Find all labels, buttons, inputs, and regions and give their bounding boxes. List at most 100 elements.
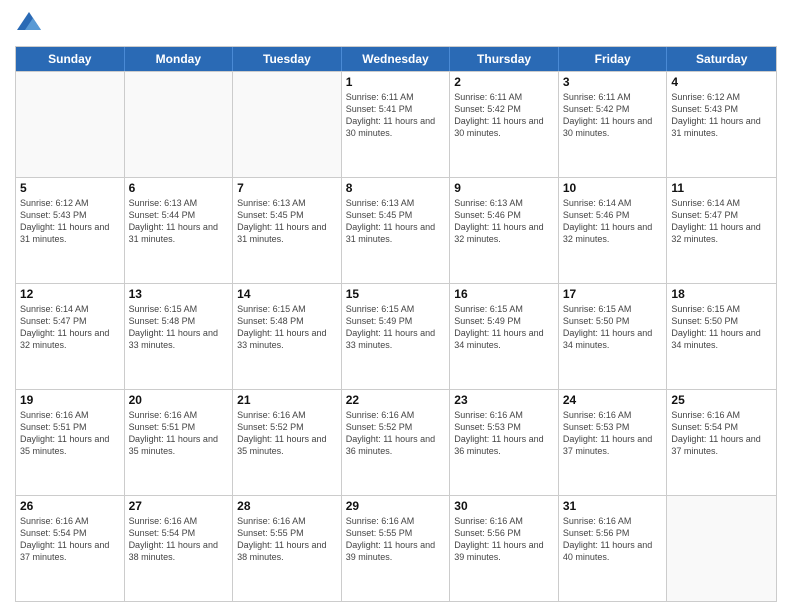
cell-info: Sunrise: 6:13 AM Sunset: 5:46 PM Dayligh… — [454, 197, 554, 246]
day-cell-1: 1 Sunrise: 6:11 AM Sunset: 5:41 PM Daylig… — [342, 72, 451, 177]
cell-info: Sunrise: 6:13 AM Sunset: 5:45 PM Dayligh… — [237, 197, 337, 246]
day-cell-15: 15Sunrise: 6:15 AM Sunset: 5:49 PM Dayli… — [342, 284, 451, 389]
calendar-week-1: 1 Sunrise: 6:11 AM Sunset: 5:41 PM Daylig… — [16, 71, 776, 177]
weekday-header-tuesday: Tuesday — [233, 47, 342, 71]
cell-info: Sunrise: 6:16 AM Sunset: 5:56 PM Dayligh… — [563, 515, 663, 564]
day-cell-16: 16Sunrise: 6:15 AM Sunset: 5:49 PM Dayli… — [450, 284, 559, 389]
weekday-header-monday: Monday — [125, 47, 234, 71]
cell-info: Sunrise: 6:16 AM Sunset: 5:52 PM Dayligh… — [237, 409, 337, 458]
cell-info: Sunrise: 6:13 AM Sunset: 5:45 PM Dayligh… — [346, 197, 446, 246]
weekday-header-sunday: Sunday — [16, 47, 125, 71]
day-cell-22: 22 Sunrise: 6:16 AM Sunset: 5:52 PM Dayli… — [342, 390, 451, 495]
cell-info: Sunrise: 6:15 AM Sunset: 5:49 PM Dayligh… — [454, 303, 554, 352]
day-cell-21: 21 Sunrise: 6:16 AM Sunset: 5:52 PM Dayli… — [233, 390, 342, 495]
cell-info: Sunrise: 6:11 AM Sunset: 5:42 PM Dayligh… — [454, 91, 554, 140]
day-cell-5: 5Sunrise: 6:12 AM Sunset: 5:43 PM Daylig… — [16, 178, 125, 283]
day-number: 7 — [237, 181, 337, 195]
day-cell-11: 11 Sunrise: 6:14 AM Sunset: 5:47 PM Dayli… — [667, 178, 776, 283]
cell-info: Sunrise: 6:16 AM Sunset: 5:54 PM Dayligh… — [671, 409, 772, 458]
day-cell-6: 6Sunrise: 6:13 AM Sunset: 5:44 PM Daylig… — [125, 178, 234, 283]
day-number: 12 — [20, 287, 120, 301]
cell-info: Sunrise: 6:16 AM Sunset: 5:51 PM Dayligh… — [129, 409, 229, 458]
day-number: 9 — [454, 181, 554, 195]
day-number: 23 — [454, 393, 554, 407]
day-cell-19: 19 Sunrise: 6:16 AM Sunset: 5:51 PM Dayli… — [16, 390, 125, 495]
day-number: 15 — [346, 287, 446, 301]
day-cell-28: 28 Sunrise: 6:16 AM Sunset: 5:55 PM Dayli… — [233, 496, 342, 601]
day-cell-10: 10Sunrise: 6:14 AM Sunset: 5:46 PM Dayli… — [559, 178, 668, 283]
day-number: 29 — [346, 499, 446, 513]
day-number: 31 — [563, 499, 663, 513]
calendar-header-row: SundayMondayTuesdayWednesdayThursdayFrid… — [16, 47, 776, 71]
header — [15, 10, 777, 38]
weekday-header-wednesday: Wednesday — [342, 47, 451, 71]
day-number: 14 — [237, 287, 337, 301]
day-cell-8: 8 Sunrise: 6:13 AM Sunset: 5:45 PM Daylig… — [342, 178, 451, 283]
weekday-header-friday: Friday — [559, 47, 668, 71]
day-cell-17: 17 Sunrise: 6:15 AM Sunset: 5:50 PM Dayli… — [559, 284, 668, 389]
page: SundayMondayTuesdayWednesdayThursdayFrid… — [0, 0, 792, 612]
cell-info: Sunrise: 6:15 AM Sunset: 5:48 PM Dayligh… — [237, 303, 337, 352]
day-cell-3: 3 Sunrise: 6:11 AM Sunset: 5:42 PM Daylig… — [559, 72, 668, 177]
cell-info: Sunrise: 6:16 AM Sunset: 5:52 PM Dayligh… — [346, 409, 446, 458]
empty-cell — [233, 72, 342, 177]
cell-info: Sunrise: 6:12 AM Sunset: 5:43 PM Dayligh… — [671, 91, 772, 140]
cell-info: Sunrise: 6:16 AM Sunset: 5:51 PM Dayligh… — [20, 409, 120, 458]
day-cell-4: 4 Sunrise: 6:12 AM Sunset: 5:43 PM Daylig… — [667, 72, 776, 177]
day-number: 21 — [237, 393, 337, 407]
day-number: 22 — [346, 393, 446, 407]
day-number: 30 — [454, 499, 554, 513]
day-cell-20: 20 Sunrise: 6:16 AM Sunset: 5:51 PM Dayli… — [125, 390, 234, 495]
cell-info: Sunrise: 6:16 AM Sunset: 5:56 PM Dayligh… — [454, 515, 554, 564]
cell-info: Sunrise: 6:16 AM Sunset: 5:55 PM Dayligh… — [346, 515, 446, 564]
day-cell-13: 13Sunrise: 6:15 AM Sunset: 5:48 PM Dayli… — [125, 284, 234, 389]
day-cell-24: 24 Sunrise: 6:16 AM Sunset: 5:53 PM Dayli… — [559, 390, 668, 495]
cell-info: Sunrise: 6:14 AM Sunset: 5:47 PM Dayligh… — [20, 303, 120, 352]
day-cell-12: 12 Sunrise: 6:14 AM Sunset: 5:47 PM Dayli… — [16, 284, 125, 389]
cell-info: Sunrise: 6:15 AM Sunset: 5:50 PM Dayligh… — [671, 303, 772, 352]
cell-info: Sunrise: 6:13 AM Sunset: 5:44 PM Dayligh… — [129, 197, 229, 246]
day-number: 8 — [346, 181, 446, 195]
cell-info: Sunrise: 6:16 AM Sunset: 5:55 PM Dayligh… — [237, 515, 337, 564]
cell-info: Sunrise: 6:15 AM Sunset: 5:50 PM Dayligh… — [563, 303, 663, 352]
cell-info: Sunrise: 6:16 AM Sunset: 5:54 PM Dayligh… — [129, 515, 229, 564]
day-number: 2 — [454, 75, 554, 89]
day-cell-26: 26Sunrise: 6:16 AM Sunset: 5:54 PM Dayli… — [16, 496, 125, 601]
weekday-header-thursday: Thursday — [450, 47, 559, 71]
calendar-week-5: 26Sunrise: 6:16 AM Sunset: 5:54 PM Dayli… — [16, 495, 776, 601]
day-number: 28 — [237, 499, 337, 513]
day-number: 20 — [129, 393, 229, 407]
calendar-week-4: 19 Sunrise: 6:16 AM Sunset: 5:51 PM Dayli… — [16, 389, 776, 495]
empty-cell — [16, 72, 125, 177]
day-cell-9: 9 Sunrise: 6:13 AM Sunset: 5:46 PM Daylig… — [450, 178, 559, 283]
cell-info: Sunrise: 6:11 AM Sunset: 5:41 PM Dayligh… — [346, 91, 446, 140]
day-cell-14: 14 Sunrise: 6:15 AM Sunset: 5:48 PM Dayli… — [233, 284, 342, 389]
day-cell-18: 18Sunrise: 6:15 AM Sunset: 5:50 PM Dayli… — [667, 284, 776, 389]
cell-info: Sunrise: 6:14 AM Sunset: 5:47 PM Dayligh… — [671, 197, 772, 246]
day-cell-31: 31 Sunrise: 6:16 AM Sunset: 5:56 PM Dayli… — [559, 496, 668, 601]
empty-cell — [667, 496, 776, 601]
day-number: 11 — [671, 181, 772, 195]
day-number: 25 — [671, 393, 772, 407]
cell-info: Sunrise: 6:11 AM Sunset: 5:42 PM Dayligh… — [563, 91, 663, 140]
day-cell-25: 25 Sunrise: 6:16 AM Sunset: 5:54 PM Dayli… — [667, 390, 776, 495]
day-number: 17 — [563, 287, 663, 301]
day-number: 3 — [563, 75, 663, 89]
day-cell-29: 29 Sunrise: 6:16 AM Sunset: 5:55 PM Dayli… — [342, 496, 451, 601]
day-number: 27 — [129, 499, 229, 513]
day-cell-30: 30 Sunrise: 6:16 AM Sunset: 5:56 PM Dayli… — [450, 496, 559, 601]
day-cell-27: 27 Sunrise: 6:16 AM Sunset: 5:54 PM Dayli… — [125, 496, 234, 601]
logo-icon — [15, 10, 43, 38]
day-cell-23: 23 Sunrise: 6:16 AM Sunset: 5:53 PM Dayli… — [450, 390, 559, 495]
day-number: 4 — [671, 75, 772, 89]
day-number: 1 — [346, 75, 446, 89]
cell-info: Sunrise: 6:15 AM Sunset: 5:48 PM Dayligh… — [129, 303, 229, 352]
day-number: 10 — [563, 181, 663, 195]
calendar: SundayMondayTuesdayWednesdayThursdayFrid… — [15, 46, 777, 602]
day-number: 19 — [20, 393, 120, 407]
day-cell-7: 7 Sunrise: 6:13 AM Sunset: 5:45 PM Daylig… — [233, 178, 342, 283]
day-number: 24 — [563, 393, 663, 407]
cell-info: Sunrise: 6:16 AM Sunset: 5:53 PM Dayligh… — [563, 409, 663, 458]
day-cell-2: 2 Sunrise: 6:11 AM Sunset: 5:42 PM Daylig… — [450, 72, 559, 177]
cell-info: Sunrise: 6:16 AM Sunset: 5:53 PM Dayligh… — [454, 409, 554, 458]
